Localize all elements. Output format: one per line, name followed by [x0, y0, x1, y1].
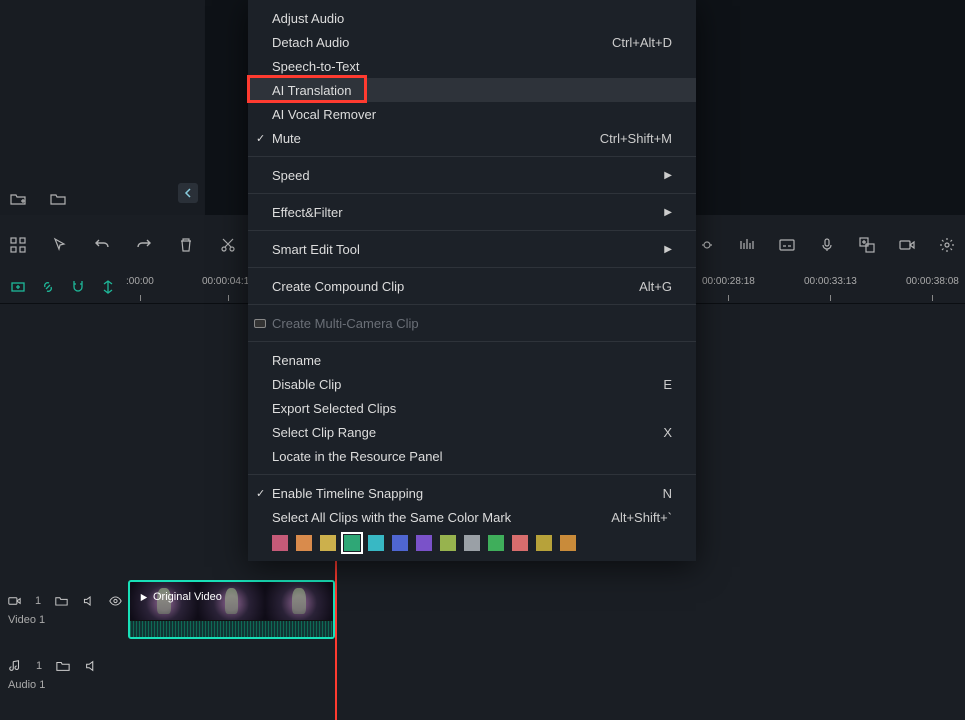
clip-context-menu: Adjust AudioDetach AudioCtrl+Alt+DSpeech…	[248, 0, 696, 561]
record-icon[interactable]	[899, 237, 915, 253]
voice-icon[interactable]	[819, 237, 835, 253]
color-swatch[interactable]	[368, 535, 384, 551]
color-swatch[interactable]	[464, 535, 480, 551]
audio-sync-icon[interactable]	[739, 237, 755, 253]
clip-audio-waveform	[130, 620, 333, 639]
video-track-header: 1 Video 1	[0, 579, 122, 641]
menu-item-enable-timeline-snapping[interactable]: ✓Enable Timeline SnappingN	[248, 481, 696, 505]
menu-item-adjust-audio[interactable]: Adjust Audio	[248, 6, 696, 30]
mute-track-icon[interactable]	[84, 659, 98, 673]
menu-item-create-multi-camera-clip: Create Multi-Camera Clip	[248, 311, 696, 335]
folder-icon[interactable]	[50, 191, 66, 207]
media-panel	[0, 0, 205, 215]
color-swatch[interactable]	[440, 535, 456, 551]
folder-small-icon[interactable]	[56, 659, 70, 673]
color-swatch[interactable]	[536, 535, 552, 551]
track-index: 1	[35, 595, 41, 607]
ruler-tick: 00:00:33:13	[804, 276, 857, 287]
audio-track-header: 1 Audio 1	[0, 644, 122, 706]
snap-icon[interactable]	[100, 279, 116, 295]
color-swatch[interactable]	[344, 535, 360, 551]
color-mark-row	[248, 529, 696, 555]
magnet-icon[interactable]	[70, 279, 86, 295]
color-swatch[interactable]	[272, 535, 288, 551]
layout-icon[interactable]	[10, 237, 26, 253]
track-index: 1	[36, 660, 42, 672]
menu-item-mute[interactable]: ✓MuteCtrl+Shift+M	[248, 126, 696, 150]
menu-item-ai-vocal-remover[interactable]: AI Vocal Remover	[248, 102, 696, 126]
menu-item-ai-translation[interactable]: AI Translation	[248, 78, 696, 102]
new-folder-icon[interactable]	[10, 191, 26, 207]
add-track-icon[interactable]	[10, 279, 26, 295]
menu-item-select-all-clips-with-the-same-color-mark[interactable]: Select All Clips with the Same Color Mar…	[248, 505, 696, 529]
visibility-icon[interactable]	[109, 594, 122, 608]
subtitle-icon[interactable]	[779, 237, 795, 253]
menu-item-rename[interactable]: Rename	[248, 348, 696, 372]
color-swatch[interactable]	[512, 535, 528, 551]
color-swatch[interactable]	[488, 535, 504, 551]
ruler-tick: :00:00	[126, 276, 154, 287]
menu-item-speech-to-text[interactable]: Speech-to-Text	[248, 54, 696, 78]
ruler-tick: 00:00:38:08	[906, 276, 959, 287]
translate-icon[interactable]	[859, 237, 875, 253]
folder-small-icon[interactable]	[55, 594, 68, 608]
settings-gear-icon[interactable]	[939, 237, 955, 253]
video-track-icon	[8, 594, 21, 608]
redo-icon[interactable]	[136, 237, 152, 253]
audio-track: 1 Audio 1	[0, 644, 965, 706]
video-track-label: Video 1	[8, 614, 122, 626]
color-swatch[interactable]	[560, 535, 576, 551]
ruler-tick: 00:00:28:18	[702, 276, 755, 287]
menu-item-disable-clip[interactable]: Disable ClipE	[248, 372, 696, 396]
audio-track-icon	[8, 659, 22, 673]
link-icon[interactable]	[40, 279, 56, 295]
undo-icon[interactable]	[94, 237, 110, 253]
play-icon	[138, 592, 149, 603]
timeline-toolbar-right	[699, 228, 955, 262]
video-track: 1 Video 1 Original Video	[0, 579, 965, 641]
menu-item-create-compound-clip[interactable]: Create Compound ClipAlt+G	[248, 274, 696, 298]
video-clip[interactable]: Original Video	[128, 580, 335, 639]
color-swatch[interactable]	[320, 535, 336, 551]
menu-item-export-selected-clips[interactable]: Export Selected Clips	[248, 396, 696, 420]
clip-label-text: Original Video	[153, 591, 222, 603]
menu-item-locate-in-the-resource-panel[interactable]: Locate in the Resource Panel	[248, 444, 696, 468]
delete-icon[interactable]	[178, 237, 194, 253]
mute-track-icon[interactable]	[82, 594, 95, 608]
ruler-tick: 00:00:04:19	[202, 276, 255, 287]
pointer-tool-icon[interactable]	[52, 237, 68, 253]
color-swatch[interactable]	[416, 535, 432, 551]
color-swatch[interactable]	[392, 535, 408, 551]
menu-item-speed[interactable]: Speed▶	[248, 163, 696, 187]
menu-item-detach-audio[interactable]: Detach AudioCtrl+Alt+D	[248, 30, 696, 54]
menu-item-smart-edit-tool[interactable]: Smart Edit Tool▶	[248, 237, 696, 261]
menu-item-effect-filter[interactable]: Effect&Filter▶	[248, 200, 696, 224]
cut-icon[interactable]	[220, 237, 236, 253]
audio-track-label: Audio 1	[8, 679, 122, 691]
collapse-panel-button[interactable]	[178, 183, 198, 203]
marker-icon[interactable]	[699, 237, 715, 253]
menu-item-select-clip-range[interactable]: Select Clip RangeX	[248, 420, 696, 444]
color-swatch[interactable]	[296, 535, 312, 551]
